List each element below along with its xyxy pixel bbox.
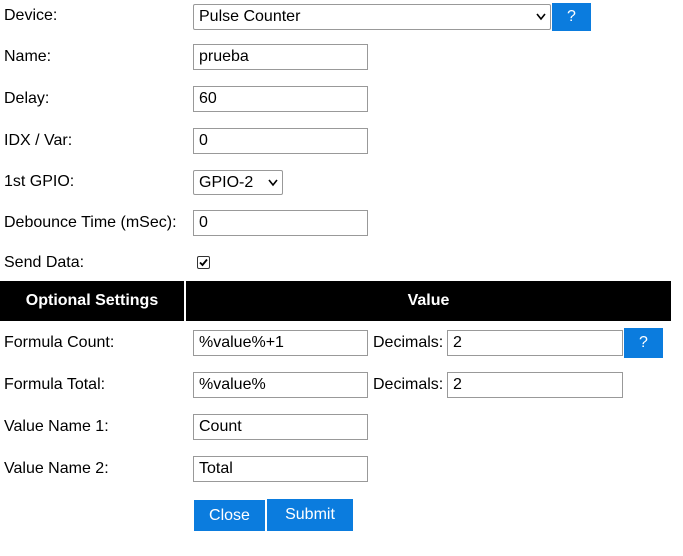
device-select-value: Pulse Counter [199, 8, 301, 25]
gpio-select[interactable]: GPIO-2 [193, 170, 283, 195]
formula-count-label: Formula Count: [4, 334, 115, 351]
gpio-label: 1st GPIO: [4, 173, 75, 190]
submit-button[interactable]: Submit [267, 499, 353, 531]
value-heading: Value [186, 281, 671, 321]
send-data-label: Send Data: [4, 254, 85, 271]
optional-settings-heading: Optional Settings [0, 281, 184, 321]
debounce-label: Debounce Time (mSec): [4, 214, 177, 231]
device-label: Device: [4, 7, 58, 24]
decimals-total-input[interactable]: 2 [447, 372, 623, 398]
checkmark-icon [199, 258, 208, 267]
optional-settings-header: Optional Settings Value [0, 281, 671, 321]
formula-help-button[interactable]: ? [624, 328, 663, 358]
debounce-input[interactable]: 0 [193, 210, 368, 236]
formula-total-label: Formula Total: [4, 376, 106, 393]
value-name-2-input[interactable]: Total [193, 456, 368, 482]
formula-count-input[interactable]: %value%+1 [193, 330, 368, 356]
value-name-2-label: Value Name 2: [4, 460, 109, 477]
decimals-count-input[interactable]: 2 [447, 330, 623, 356]
chevron-down-icon [536, 13, 546, 21]
gpio-select-value: GPIO-2 [199, 174, 254, 191]
name-input[interactable]: prueba [193, 44, 368, 70]
idx-input[interactable]: 0 [193, 128, 368, 154]
name-label: Name: [4, 48, 52, 65]
decimals-total-label: Decimals: [373, 376, 444, 393]
idx-label: IDX / Var: [4, 132, 73, 149]
device-help-button[interactable]: ? [552, 3, 591, 31]
value-name-1-input[interactable]: Count [193, 414, 368, 440]
value-name-1-label: Value Name 1: [4, 418, 109, 435]
formula-total-input[interactable]: %value% [193, 372, 368, 398]
delay-label: Delay: [4, 90, 50, 107]
decimals-count-label: Decimals: [373, 334, 444, 351]
chevron-down-icon [268, 179, 278, 187]
device-select[interactable]: Pulse Counter [193, 4, 551, 30]
delay-input[interactable]: 60 [193, 86, 368, 112]
close-button[interactable]: Close [194, 500, 265, 531]
send-data-checkbox[interactable] [197, 256, 210, 269]
